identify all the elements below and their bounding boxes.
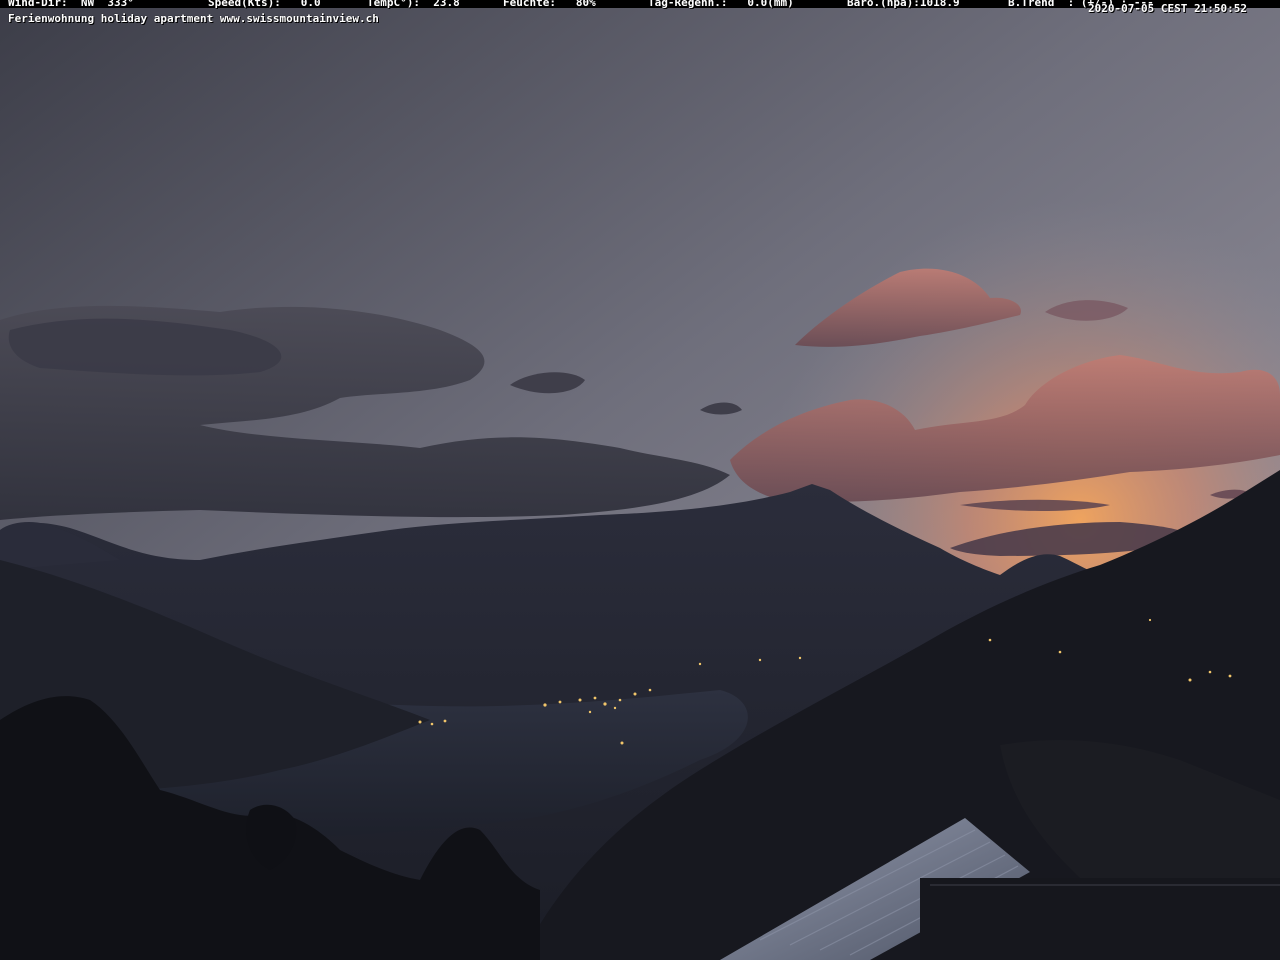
daily-rainfall: Tag-Regenn.: 0.0(mm) xyxy=(648,0,794,9)
humidity: Feuchte: 80% xyxy=(503,0,596,9)
timestamp: 2020-07-05 CEST 21:50:52 xyxy=(1088,2,1247,15)
wind-direction: Wind-Dir: NW 333° xyxy=(8,0,134,9)
wind-speed: Speed(Kts): 0.0 xyxy=(208,0,321,9)
sunset-landscape-image xyxy=(0,0,1280,960)
weather-bar: Wind-Dir: NW 333° Speed(Kts): 0.0 TempC°… xyxy=(0,0,1280,14)
temperature: TempC°): 23.8 xyxy=(367,0,460,9)
webcam-view: Wind-Dir: NW 333° Speed(Kts): 0.0 TempC°… xyxy=(0,0,1280,960)
weather-overlay: Wind-Dir: NW 333° Speed(Kts): 0.0 TempC°… xyxy=(0,0,1280,28)
barometer: Baro.(hpa):1018.9 xyxy=(847,0,960,9)
caption: Ferienwohnung holiday apartment www.swis… xyxy=(8,12,379,25)
